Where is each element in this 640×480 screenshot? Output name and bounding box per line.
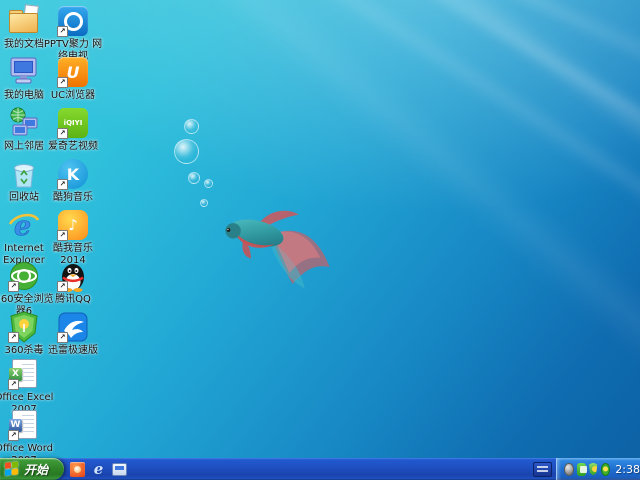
my-documents-icon[interactable] (7, 5, 41, 37)
tray-360-antivirus-icon[interactable] (601, 463, 611, 476)
bubble (200, 199, 208, 207)
360-browser-icon[interactable]: ↗ (7, 260, 41, 292)
start-button[interactable]: 开始 (0, 458, 64, 480)
shortcut-arrow-icon: ↗ (57, 26, 68, 37)
icon-label: 爱奇艺视频 (40, 141, 106, 153)
system-tray: 2:38 (556, 458, 640, 480)
pptv-icon[interactable]: ↗ (56, 5, 90, 37)
language-bar-icon[interactable] (533, 462, 552, 477)
shortcut-arrow-icon: ↗ (57, 179, 68, 190)
shortcut-arrow-icon: ↗ (8, 379, 19, 390)
icon-label: 酷狗音乐 (40, 192, 106, 204)
tray-360-shield-icon[interactable] (589, 463, 598, 476)
desktop-icon-uc-browser[interactable]: U ↗ UC浏览器 (40, 56, 106, 102)
desktop-icon-qq[interactable]: ↗ 腾讯QQ (40, 260, 106, 306)
desktop-icon-kugou[interactable]: K ↗ 酷狗音乐 (40, 158, 106, 204)
tray-volume-icon[interactable] (564, 463, 574, 476)
desktop-icon-pptv[interactable]: ↗ PPTV聚力 网络电视 (40, 5, 106, 63)
excel-icon[interactable]: X ↗ (7, 358, 41, 390)
word-icon[interactable]: W ↗ (7, 409, 41, 441)
tray-clock[interactable]: 2:38 (615, 463, 640, 476)
kuwo-music-icon[interactable]: ♪ ↗ (56, 209, 90, 241)
icon-label: UC浏览器 (40, 90, 106, 102)
360-antivirus-icon[interactable]: ↗ (7, 311, 41, 343)
xunlei-icon[interactable]: ↗ (56, 311, 90, 343)
start-button-label: 开始 (24, 461, 48, 478)
quicklaunch-media-icon[interactable] (70, 462, 85, 477)
internet-explorer-icon[interactable]: e (7, 209, 41, 241)
my-computer-icon[interactable] (7, 56, 41, 88)
show-desktop-icon[interactable] (112, 463, 127, 476)
recycle-bin-icon[interactable] (7, 158, 41, 190)
icon-label: 腾讯QQ (40, 294, 106, 306)
tray-network-icon[interactable] (577, 463, 586, 476)
bubble (184, 119, 199, 134)
uc-browser-icon[interactable]: U ↗ (56, 56, 90, 88)
tencent-qq-icon[interactable]: ↗ (56, 260, 90, 292)
iqiyi-icon[interactable]: iQIYI ↗ (56, 107, 90, 139)
desktop-icon-iqiyi[interactable]: iQIYI ↗ 爱奇艺视频 (40, 107, 106, 153)
network-places-icon[interactable] (7, 107, 41, 139)
taskbar: 开始 e 2:38 (0, 458, 640, 480)
desktop-icon-xunlei[interactable]: ↗ 迅雷极速版 (40, 311, 106, 357)
shortcut-arrow-icon: ↗ (57, 77, 68, 88)
shortcut-arrow-icon: ↗ (57, 128, 68, 139)
shortcut-arrow-icon: ↗ (57, 332, 68, 343)
bubble (174, 139, 199, 164)
quicklaunch-ie-icon[interactable]: e (91, 462, 106, 477)
shortcut-arrow-icon: ↗ (57, 230, 68, 241)
desktop-icon-excel[interactable]: X ↗ Office Excel 2007 (0, 358, 57, 416)
kugou-music-icon[interactable]: K ↗ (56, 158, 90, 190)
bubble (204, 179, 213, 188)
shortcut-arrow-icon: ↗ (57, 281, 68, 292)
desktop-icon-kuwo[interactable]: ♪ ↗ 酷我音乐 2014 (40, 209, 106, 267)
bubble (188, 172, 200, 184)
shortcut-arrow-icon: ↗ (8, 332, 19, 343)
icon-label: 迅雷极速版 (40, 345, 106, 357)
betta-fish (210, 193, 338, 301)
windows-logo-icon (5, 461, 20, 477)
quick-launch-bar: e (70, 458, 127, 480)
shortcut-arrow-icon: ↗ (8, 430, 19, 441)
shortcut-arrow-icon: ↗ (8, 281, 19, 292)
